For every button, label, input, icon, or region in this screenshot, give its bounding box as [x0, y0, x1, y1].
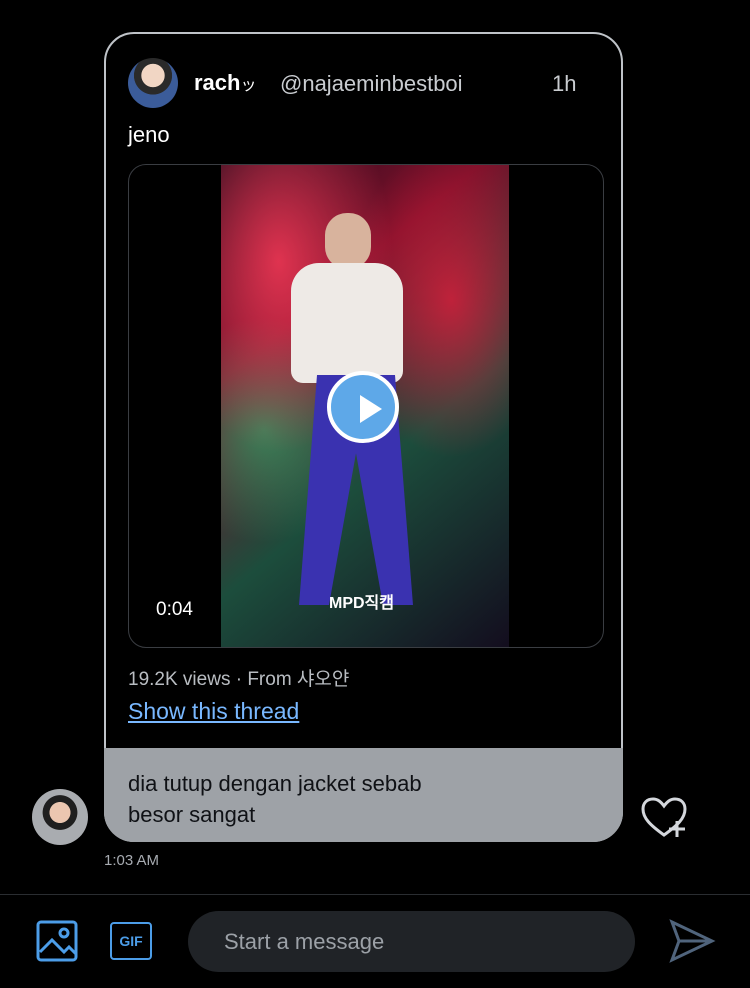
display-name-suffix: ッ: [240, 77, 257, 94]
composer-divider: [0, 894, 750, 895]
tweet-header: rachッ @najaeminbestboi 1h: [128, 58, 578, 108]
display-name-text: rach: [194, 70, 241, 95]
tweet-time: 1h: [552, 71, 577, 96]
gif-button[interactable]: GIF: [110, 922, 152, 960]
quoted-tweet-card[interactable]: rachッ @najaeminbestboi 1h jeno MPD직캠 0:0…: [104, 32, 623, 842]
tweet-text: jeno: [128, 122, 170, 147]
video-duration: 0:04: [156, 599, 193, 620]
tweet-author-name[interactable]: rachッ: [194, 70, 257, 96]
performer-shirt: [291, 263, 403, 383]
tweet-author-handle[interactable]: @najaeminbestboi: [280, 71, 463, 97]
show-thread-link[interactable]: Show this thread: [128, 698, 299, 725]
reply-message-bubble[interactable]: dia tutup dengan jacket sebab besor sang…: [104, 748, 623, 842]
heart-plus-icon[interactable]: [640, 796, 688, 840]
view-count: 19.2K views · From 샤오얀: [128, 669, 350, 690]
play-icon: [360, 395, 382, 423]
message-timestamp: 1:03 AM: [104, 852, 160, 869]
message-input[interactable]: [222, 927, 596, 957]
sender-avatar[interactable]: [32, 789, 88, 845]
image-icon[interactable]: [36, 920, 78, 962]
send-icon[interactable]: [668, 918, 716, 964]
message-composer[interactable]: [188, 911, 635, 972]
video-watermark: MPD직캠: [329, 595, 394, 612]
performer-head: [325, 213, 371, 269]
play-button[interactable]: [327, 371, 399, 443]
reply-message-text: dia tutup dengan jacket sebab besor sang…: [128, 771, 422, 827]
video-player[interactable]: MPD직캠 0:04: [128, 164, 604, 648]
tweet-author-avatar[interactable]: [128, 58, 178, 108]
